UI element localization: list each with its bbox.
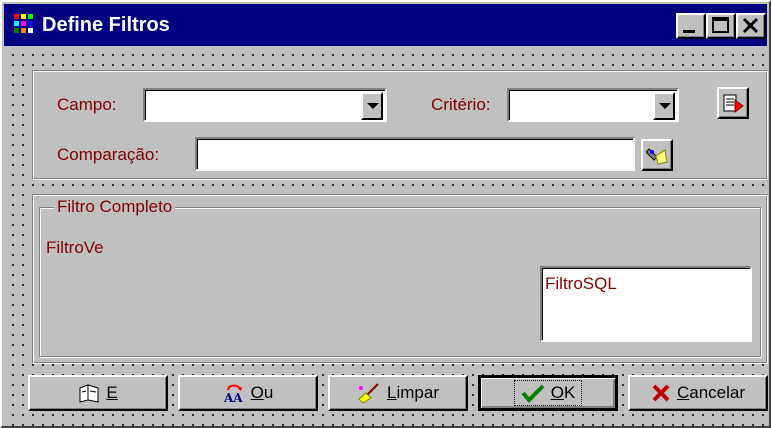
filtro-completo-group: Filtro Completo FiltroVe FiltroSQL (39, 197, 761, 357)
checkmark-icon (521, 384, 545, 403)
campo-label: Campo: (57, 95, 117, 114)
window-title: Define Filtros (42, 14, 170, 36)
close-icon (742, 17, 759, 34)
minimize-button[interactable] (676, 13, 706, 39)
form-canvas: Campo: Critério: Comparação: Filtro Comp… (4, 46, 768, 426)
maximize-icon (712, 17, 729, 33)
or-aa-icon: AA (223, 384, 243, 404)
comparacao-label: Comparação: (57, 145, 160, 164)
ou-button-mnemonic: O (250, 383, 264, 402)
filtro-completo-title: Filtro Completo (54, 197, 176, 217)
criterio-combobox[interactable] (507, 88, 679, 122)
criterio-label: Critério: (431, 95, 491, 114)
svg-text:AA: AA (223, 391, 243, 404)
limpar-button[interactable]: Limpar (328, 375, 468, 411)
define-filtros-window: Define Filtros Campo: Critério: Comparaç… (0, 0, 771, 428)
minimize-icon (683, 30, 695, 33)
limpar-button-label-rest: impar (396, 383, 439, 402)
chevron-down-icon (367, 103, 379, 109)
campo-combobox[interactable] (143, 88, 387, 122)
ok-button[interactable]: OK (478, 375, 618, 411)
and-book-icon (79, 384, 99, 403)
paste-insert-icon (723, 94, 744, 113)
cancelar-button-label-rest: ancelar (689, 383, 746, 402)
e-button[interactable]: E (28, 375, 168, 411)
ou-button[interactable]: AA Ou (178, 375, 318, 411)
e-button-mnemonic: E (106, 383, 118, 402)
app-icon (12, 12, 40, 36)
criteria-panel: Campo: Critério: Comparação: (32, 70, 768, 180)
title-bar[interactable]: Define Filtros (4, 4, 767, 46)
cancelar-button-mnemonic: C (676, 383, 690, 402)
criterio-dropdown-button[interactable] (653, 92, 675, 120)
filtro-ve-label: FiltroVe (46, 238, 104, 257)
comparacao-input[interactable] (195, 137, 635, 171)
insert-field-button[interactable] (717, 87, 749, 119)
chevron-down-icon (659, 103, 671, 109)
maximize-button[interactable] (706, 13, 736, 39)
ok-button-label-rest: K (563, 383, 576, 402)
ou-button-label-rest: u (263, 383, 274, 402)
lookup-button[interactable] (641, 139, 673, 171)
ok-button-mnemonic: O (550, 383, 564, 402)
broom-icon (358, 383, 379, 404)
cross-icon (652, 384, 670, 402)
filtro-sql-memo[interactable]: FiltroSQL (540, 266, 752, 342)
cancelar-button[interactable]: Cancelar (628, 375, 768, 411)
flashlight-icon (646, 148, 668, 165)
filter-panel: Filtro Completo FiltroVe FiltroSQL (32, 194, 768, 364)
campo-dropdown-button[interactable] (361, 92, 383, 120)
close-button[interactable] (736, 13, 766, 39)
